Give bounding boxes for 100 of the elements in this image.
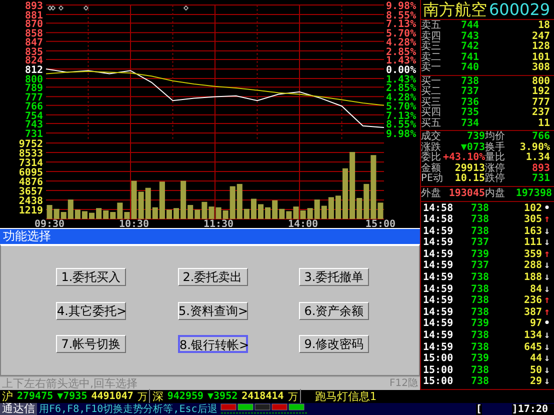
volume-axis-label: 8533 [18, 148, 43, 160]
trade-time: 14:59 [422, 226, 454, 238]
trade-direction-arrow: ↓ [542, 330, 552, 342]
percent-axis-label: 0.00% [386, 65, 416, 76]
order-level-label: 买一 [421, 76, 442, 86]
trade-direction-arrow: ↑ [542, 214, 552, 226]
stat-label: 金额 [421, 164, 441, 174]
order-price: 738 [460, 76, 479, 86]
order-volume: 128 [530, 42, 550, 52]
percent-axis-label: 4.28% [386, 37, 416, 48]
trade-time: 15:00 [422, 364, 454, 376]
trade-volume: 305 [522, 214, 542, 226]
trade-volume: 50 [528, 364, 542, 376]
trade-direction-arrow: • [542, 202, 552, 214]
inner-volume-label: 内盘 [485, 188, 506, 200]
trade-volume: 645 [522, 342, 542, 354]
menu-button[interactable]: 9.修改密码 [299, 335, 369, 354]
trade-time: 15:00 [422, 376, 454, 388]
market-index: 942959 [167, 391, 204, 402]
stat-label: 换手 [485, 142, 506, 152]
trade-volume: 387 [522, 306, 542, 318]
trade-time: 14:59 [422, 342, 454, 354]
percent-axis-label: 2.85% [386, 83, 416, 94]
order-price: 743 [460, 32, 479, 42]
menu-button[interactable]: 4.其它委托> [56, 302, 126, 320]
order-level-label: 卖一 [421, 63, 442, 74]
bracket-label: [ [476, 404, 482, 414]
trade-volume: 84 [528, 284, 542, 296]
stat-label: 量比 [485, 153, 506, 163]
trade-volume: 97 [528, 318, 542, 330]
trade-price: 738 [470, 364, 489, 376]
trade-price: 738 [470, 306, 489, 318]
menu-button[interactable]: 3.委托撤单 [299, 268, 369, 286]
bracket-label: ] [512, 404, 518, 414]
status-hint: 用F6,F8,F10切换走势分析等,Esc后退 [38, 402, 218, 415]
time-axis-label: 11:30 [203, 219, 234, 227]
menu-button[interactable]: 1.委托买入 [56, 268, 126, 286]
trade-price: 739 [470, 353, 489, 365]
trade-direction-arrow: ↓ [542, 342, 552, 354]
menu-button[interactable]: 6.资产余额 [299, 302, 369, 320]
menu-button[interactable]: 8.银行转帐> [178, 335, 248, 354]
order-level-label: 卖二 [421, 52, 442, 62]
stat-label: 跌停 [485, 174, 506, 184]
order-level-label: 买二 [421, 87, 442, 97]
order-volume: 237 [530, 108, 550, 118]
diamond-icon [83, 5, 89, 11]
trade-price: 738 [470, 272, 489, 284]
trade-direction-arrow: ↑ [542, 295, 552, 307]
volume-axis-label: 6095 [18, 168, 43, 178]
market-name: 深 [152, 389, 164, 404]
order-level-label: 卖四 [421, 32, 442, 42]
stat-value: +43.10% [443, 153, 485, 163]
stat-label: 成交 [421, 132, 442, 142]
trade-time: 14:58 [422, 214, 454, 226]
trade-price: 738 [470, 330, 489, 342]
volume-axis-label: 9752 [18, 139, 43, 150]
stat-label: 委比 [421, 153, 442, 163]
outer-volume-label: 外盘 [421, 188, 442, 200]
trade-direction-arrow: ↑ [542, 306, 552, 318]
market-index: 279475 [17, 391, 54, 402]
market-amount: 2418414 [242, 391, 284, 402]
trade-direction-arrow: ↓ [542, 260, 552, 272]
stat-value: 29913 [454, 164, 485, 174]
menu-button[interactable]: 7.帐号切换 [56, 335, 126, 354]
order-price: 736 [460, 98, 479, 108]
amount-unit: 万 [137, 390, 148, 404]
stat-value: 1.34 [524, 153, 550, 164]
percent-axis-label: 9.98% [386, 129, 416, 139]
time-axis-label: 14:00 [288, 219, 318, 227]
stock-name: 南方航空 [423, 0, 487, 20]
stat-label: 涨停 [485, 164, 506, 174]
trade-time: 14:59 [422, 237, 454, 249]
trade-direction-arrow: ↓ [542, 226, 552, 238]
volume-axis-label: 1219 [18, 206, 43, 216]
time-axis-label: 15:00 [365, 219, 396, 227]
trade-direction-arrow: ↓ [542, 284, 552, 296]
trade-direction-arrow: ↓ [542, 353, 552, 365]
trade-price: 739 [470, 318, 489, 330]
time-axis-label: 10:30 [118, 219, 150, 227]
percent-axis-label: 8.55% [386, 120, 416, 131]
price-axis-label: 847 [24, 37, 43, 48]
percent-axis-label: 9.98% [386, 1, 416, 12]
stat-value: 766 [530, 132, 550, 142]
market-change: ▼7935 [57, 391, 88, 402]
trade-price: 738 [470, 284, 489, 296]
trade-time: 14:59 [422, 306, 454, 318]
menu-button[interactable]: 2.委托卖出 [178, 268, 248, 286]
price-axis-label: 743 [24, 120, 43, 131]
dialog-title: 功能选择 [0, 229, 420, 244]
trade-time: 14:59 [422, 248, 454, 260]
stat-label: 均价 [485, 132, 506, 142]
trade-volume: 111 [522, 237, 542, 249]
trade-direction-arrow: ↓ [542, 237, 552, 249]
stat-value: 3.90% [518, 142, 550, 152]
trade-price: 738 [470, 226, 489, 238]
stat-label: PE动 [421, 174, 443, 184]
menu-button[interactable]: 5.资料查询> [178, 302, 248, 320]
trade-direction-arrow: ↓ [542, 272, 552, 284]
stat-label: 涨跌 [421, 142, 442, 152]
trade-volume: 134 [522, 330, 542, 342]
